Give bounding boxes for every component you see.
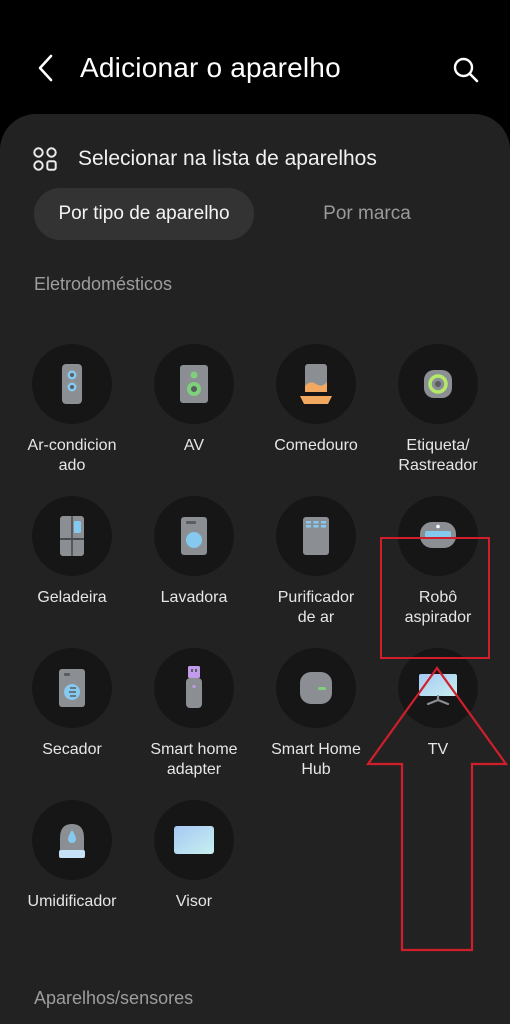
category-heading-sensors: Aparelhos/sensores	[34, 988, 194, 1008]
device-label: Purificador de ar	[277, 589, 355, 626]
air-conditioner-icon	[62, 364, 82, 404]
dryer-icon	[59, 669, 85, 707]
device-item-smart-home-hub[interactable]: Smart Home Hub	[257, 648, 375, 780]
pet-feeder-icon	[300, 364, 332, 404]
device-label: Umidificador	[27, 893, 117, 910]
category-heading-appliances: Eletrodomésticos	[34, 274, 173, 294]
up-arrow-annotation	[365, 666, 509, 952]
hub-icon	[300, 672, 332, 704]
device-label: AV	[183, 437, 205, 454]
washer-icon	[181, 517, 207, 555]
tab-by-device-type[interactable]: Por tipo de aparelho	[34, 188, 254, 240]
device-label: Comedouro	[274, 437, 358, 454]
device-label: Visor	[175, 893, 213, 910]
device-item-air-conditioner[interactable]: Ar-condicion ado	[13, 344, 131, 476]
device-label: Smart Home Hub	[271, 741, 361, 778]
device-label: Etiqueta/ Rastreador	[398, 437, 478, 474]
filter-tabs: Por tipo de aparelho Por marca	[34, 188, 478, 240]
device-label: Secador	[42, 741, 102, 758]
usb-adapter-icon	[186, 666, 202, 708]
tag-tracker-icon	[424, 370, 452, 398]
speaker-icon	[180, 365, 208, 403]
tab-by-brand[interactable]: Por marca	[256, 188, 478, 240]
humidifier-icon	[59, 824, 85, 858]
device-label: Lavadora	[160, 589, 228, 606]
device-item-air-purifier[interactable]: Purificador de ar	[257, 496, 375, 628]
page-title: Adicionar o aparelho	[80, 52, 341, 83]
search-button[interactable]	[446, 50, 486, 90]
back-button[interactable]	[26, 48, 66, 88]
device-item-av[interactable]: AV	[135, 344, 253, 456]
device-item-refrigerator[interactable]: Geladeira	[13, 496, 131, 608]
air-purifier-icon	[303, 517, 329, 555]
top-app-bar: Adicionar o aparelho	[0, 0, 510, 118]
device-item-pet-feeder[interactable]: Comedouro	[257, 344, 375, 456]
device-item-smart-home-adapter[interactable]: Smart home adapter	[135, 648, 253, 780]
chevron-left-icon	[38, 54, 53, 82]
device-label: Ar-condicion ado	[27, 437, 117, 474]
section-header-label: Selecionar na lista de aparelhos	[78, 147, 377, 170]
refrigerator-icon	[60, 516, 84, 556]
search-icon	[453, 57, 479, 83]
section-header: Selecionar na lista de aparelhos	[32, 144, 377, 174]
grid-icon	[33, 147, 57, 171]
device-item-humidifier[interactable]: Umidificador	[13, 800, 131, 912]
device-label: Smart home adapter	[150, 741, 238, 778]
device-label: Geladeira	[37, 589, 107, 606]
device-item-washer[interactable]: Lavadora	[135, 496, 253, 608]
device-item-dryer[interactable]: Secador	[13, 648, 131, 760]
device-item-display[interactable]: Visor	[135, 800, 253, 912]
device-item-tag-tracker[interactable]: Etiqueta/ Rastreador	[379, 344, 497, 476]
highlight-box-tv	[380, 537, 490, 659]
display-icon	[174, 826, 214, 854]
